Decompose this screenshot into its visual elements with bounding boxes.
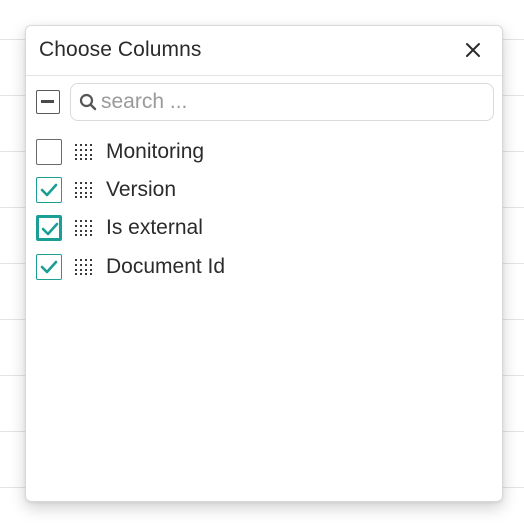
choose-columns-dialog: Choose Columns search ... Monitoring Ver…	[25, 25, 503, 502]
search-icon	[79, 93, 97, 111]
drag-handle-icon[interactable]	[74, 181, 94, 199]
column-label: Is external	[106, 216, 203, 239]
checkmark-icon	[40, 260, 58, 274]
column-checkbox[interactable]	[36, 177, 62, 203]
column-label: Document Id	[106, 255, 226, 278]
dialog-title: Choose Columns	[39, 38, 202, 61]
column-checkbox[interactable]	[36, 254, 62, 280]
checkmark-icon	[40, 183, 58, 197]
search-input[interactable]	[101, 84, 481, 120]
search-field[interactable]	[70, 83, 494, 121]
column-checkbox[interactable]	[36, 215, 62, 241]
column-item-version[interactable]: Version	[26, 172, 502, 210]
search-row	[26, 81, 502, 123]
column-label: Monitoring	[106, 140, 205, 163]
indeterminate-dash-icon	[41, 100, 54, 103]
column-checkbox[interactable]	[36, 139, 62, 165]
column-item-is-external[interactable]: Is external	[26, 210, 502, 248]
column-item-monitoring[interactable]: Monitoring	[26, 134, 502, 172]
checkmark-icon	[41, 222, 59, 236]
column-label: Version	[106, 178, 177, 201]
drag-handle-icon[interactable]	[74, 219, 94, 237]
close-button[interactable]	[462, 39, 484, 61]
close-icon	[466, 43, 480, 57]
dialog-header: Choose Columns	[26, 26, 502, 76]
column-item-document-id[interactable]: Document Id	[26, 249, 502, 287]
drag-handle-icon[interactable]	[74, 258, 94, 276]
drag-handle-icon[interactable]	[74, 143, 94, 161]
select-all-checkbox[interactable]	[36, 90, 60, 114]
